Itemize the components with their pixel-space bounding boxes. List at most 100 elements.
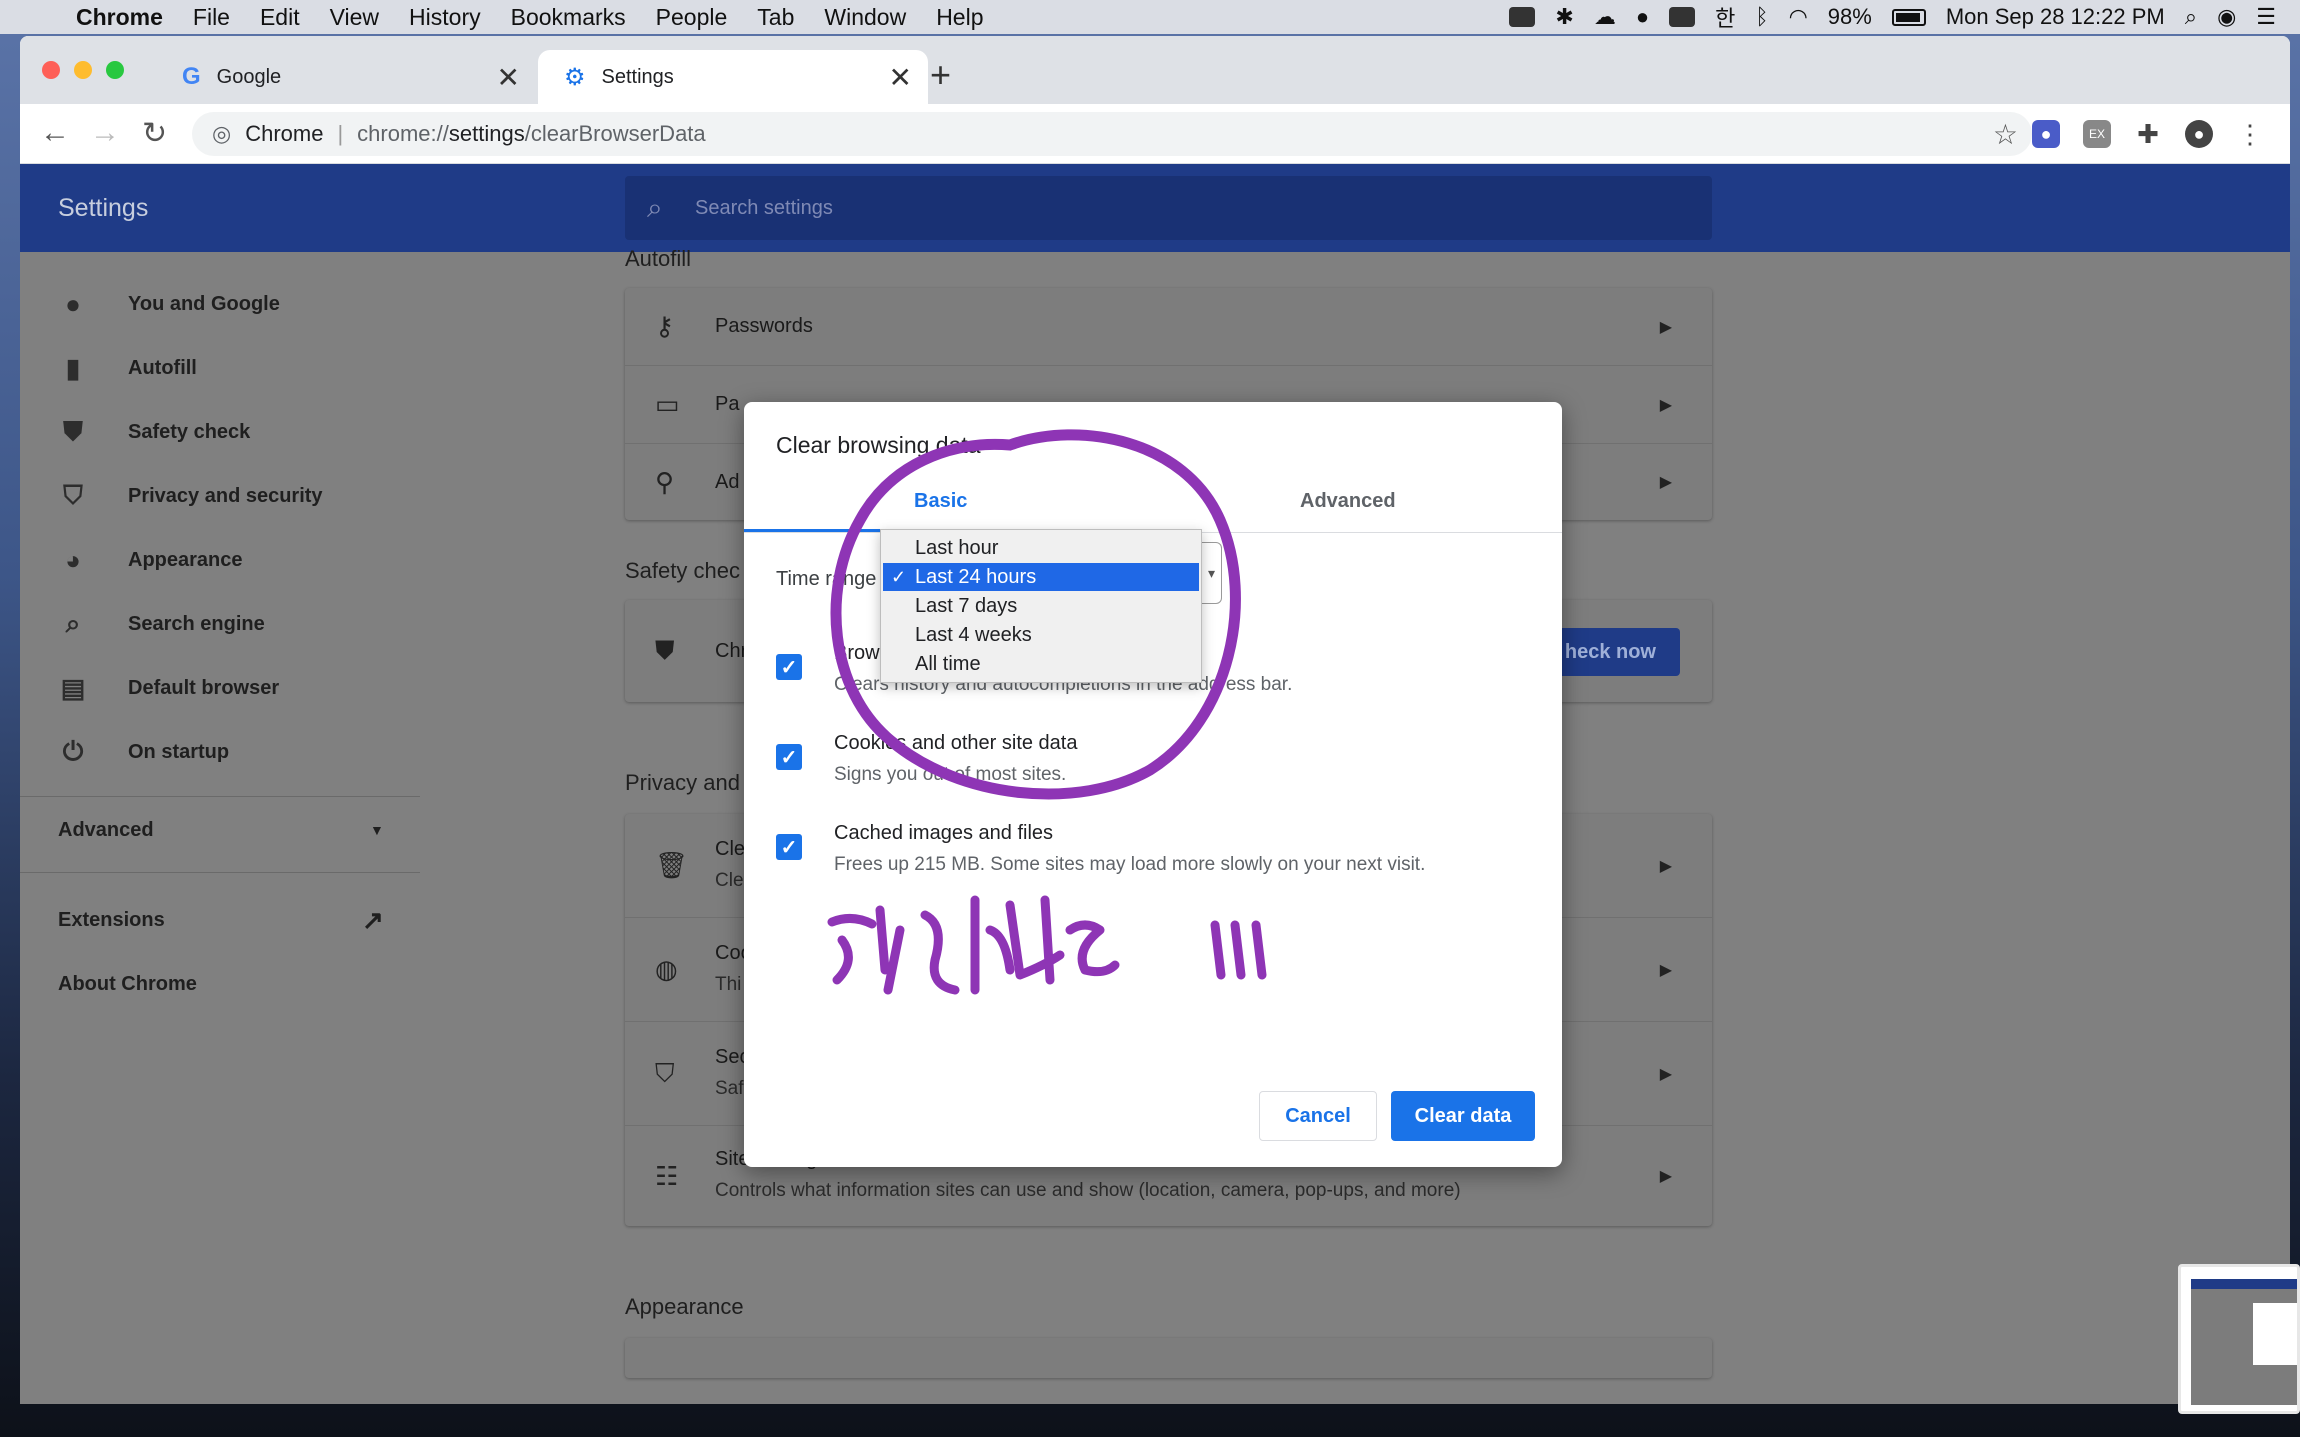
sidebar-item-privacy[interactable]: ⛉ Privacy and security <box>20 464 420 528</box>
row-title: Cle <box>715 838 746 860</box>
sidebar-item-search-engine[interactable]: ⌕ Search engine <box>20 592 420 656</box>
menu-view[interactable]: View <box>330 4 379 31</box>
puzzle-icon[interactable]: ✚ <box>2134 119 2162 149</box>
sidebar-item-label: On startup <box>128 740 230 763</box>
menu-bookmarks[interactable]: Bookmarks <box>511 4 626 31</box>
spotlight-icon[interactable]: ⌕ <box>2185 4 2197 30</box>
sliders-icon: ☷ <box>655 1160 679 1191</box>
extension-icon[interactable]: ● <box>2032 120 2060 148</box>
browsing-history-checkbox[interactable]: ✓ <box>776 654 802 680</box>
thumbnail-dialog <box>2253 1303 2297 1365</box>
sidebar-item-extensions[interactable]: Extensions ↗ <box>20 888 420 952</box>
chevron-right-icon: ▶ <box>1659 396 1672 414</box>
appearance-card <box>625 1338 1712 1378</box>
close-tab-icon[interactable]: ✕ <box>889 61 912 94</box>
zoom-window-button[interactable] <box>106 61 124 79</box>
sidebar-item-about[interactable]: About Chrome <box>20 952 420 1016</box>
sidebar-item-label: Search engine <box>128 612 265 635</box>
menu-window[interactable]: Window <box>824 4 906 31</box>
cached-images-checkbox[interactable]: ✓ <box>776 834 802 860</box>
menu-help[interactable]: Help <box>936 4 983 31</box>
back-arrow-icon[interactable]: ← <box>40 116 70 150</box>
menu-app-name[interactable]: Chrome <box>76 4 163 31</box>
menu-edit[interactable]: Edit <box>260 4 300 31</box>
sidebar-advanced-toggle[interactable]: Advanced ▼ <box>20 798 420 862</box>
tab-settings[interactable]: ⚙ Settings ✕ <box>538 50 928 104</box>
clear-browsing-data-dialog: Clear browsing data Basic Advanced Time … <box>744 402 1562 1167</box>
time-range-select[interactable]: ▾ <box>1202 542 1222 604</box>
reload-icon[interactable]: ↻ <box>142 116 167 151</box>
credit-card-icon: ▭ <box>655 389 680 419</box>
sidebar-item-default-browser[interactable]: ▤ Default browser <box>20 656 420 720</box>
tab-basic[interactable]: Basic <box>914 490 967 513</box>
forward-arrow-icon[interactable]: → <box>90 116 120 150</box>
battery-percent[interactable]: 98% <box>1828 4 1872 30</box>
option-last-4-weeks[interactable]: Last 4 weeks <box>883 621 1199 649</box>
sidebar-item-on-startup[interactable]: ⏻ On startup <box>20 720 420 784</box>
battery-icon[interactable] <box>1891 8 1926 26</box>
display-status-icon[interactable] <box>1669 7 1696 27</box>
bookmark-star-icon[interactable]: ☆ <box>1993 118 2018 151</box>
tab-advanced[interactable]: Advanced <box>1300 490 1396 513</box>
menu-people[interactable]: People <box>656 4 728 31</box>
cookies-checkbox[interactable]: ✓ <box>776 744 802 770</box>
screenshot-thumbnail[interactable] <box>2178 1264 2300 1414</box>
row-title: Chr <box>715 639 748 662</box>
option-last-24-hours[interactable]: ✓ Last 24 hours <box>883 563 1199 591</box>
search-settings-input[interactable]: ⌕ Search settings <box>625 176 1712 240</box>
sidebar-item-you-and-google[interactable]: ● You and Google <box>20 272 420 336</box>
site-chip: Chrome <box>245 121 324 146</box>
chat-status-icon[interactable]: ● <box>1636 4 1649 30</box>
search-icon: ⌕ <box>65 608 81 638</box>
minimize-window-button[interactable] <box>74 61 92 79</box>
clock[interactable]: Mon Sep 28 12:22 PM <box>1946 4 2165 30</box>
settings-title: Settings <box>58 194 149 222</box>
sidebar-item-label: You and Google <box>128 292 280 315</box>
menubar-status-area: ✱ ☁ ● 한 ᛒ ◠ 98% Mon Sep 28 12:22 PM ⌕ ◉ … <box>1509 0 2300 34</box>
siri-icon[interactable]: ◉ <box>2217 4 2236 30</box>
profile-avatar-icon[interactable]: ● <box>2185 120 2213 148</box>
input-method-icon[interactable]: 한 <box>1715 1 1735 33</box>
cloud-status-icon[interactable]: ☁ <box>1594 4 1616 30</box>
macos-menubar: Chrome File Edit View History Bookmarks … <box>0 0 2300 34</box>
tab-google[interactable]: G Google ✕ <box>156 50 536 104</box>
bluetooth-icon[interactable]: ᛒ <box>1755 4 1768 30</box>
shield-icon: ⛉ <box>655 1057 675 1088</box>
extension-ex-icon[interactable]: EX <box>2083 120 2111 148</box>
close-tab-icon[interactable]: ✕ <box>497 61 520 94</box>
row-passwords[interactable]: ⚷ Passwords ▶ <box>625 288 1712 366</box>
option-last-7-days[interactable]: Last 7 days <box>883 592 1199 620</box>
dialog-title: Clear browsing data <box>776 432 981 458</box>
option-all-time[interactable]: All time <box>883 650 1199 678</box>
sidebar-item-autofill[interactable]: ▮ Autofill <box>20 336 420 400</box>
sidebar-item-safety-check[interactable]: ⛊ Safety check <box>20 400 420 464</box>
shield-icon: ⛉ <box>63 480 83 510</box>
address-bar[interactable]: ◎ Chrome | chrome:// settings /clearBrow… <box>192 112 2032 156</box>
notification-center-icon[interactable]: ☰ <box>2256 4 2276 30</box>
cancel-button[interactable]: Cancel <box>1259 1091 1377 1141</box>
new-tab-button[interactable]: + <box>930 54 951 96</box>
menu-tab[interactable]: Tab <box>757 4 794 31</box>
google-g-icon: G <box>182 63 201 90</box>
chevron-right-icon: ▶ <box>1659 857 1672 875</box>
search-icon: ⌕ <box>647 192 663 223</box>
more-menu-icon[interactable]: ⋮ <box>2236 119 2264 149</box>
clear-data-button[interactable]: Clear data <box>1391 1091 1535 1141</box>
section-heading-privacy: Privacy and <box>625 770 740 795</box>
menu-file[interactable]: File <box>193 4 230 31</box>
sidebar-item-appearance[interactable]: ◕ Appearance <box>20 528 420 592</box>
wifi-icon[interactable]: ◠ <box>1789 4 1808 30</box>
palette-icon: ◕ <box>65 544 81 575</box>
url-prefix: chrome:// <box>357 121 449 146</box>
chevron-right-icon: ▶ <box>1659 474 1672 491</box>
sidebar-divider <box>20 796 420 797</box>
menu-history[interactable]: History <box>409 4 481 31</box>
power-icon: ⏻ <box>62 736 84 766</box>
camera-status-icon[interactable] <box>1509 7 1536 27</box>
address-separator: | <box>337 121 344 146</box>
key-icon: ⚷ <box>655 311 675 341</box>
option-last-hour[interactable]: Last hour <box>883 534 1199 562</box>
url-path: /clearBrowserData <box>524 121 706 146</box>
close-window-button[interactable] <box>42 61 60 79</box>
app-status-icon[interactable]: ✱ <box>1555 4 1573 30</box>
